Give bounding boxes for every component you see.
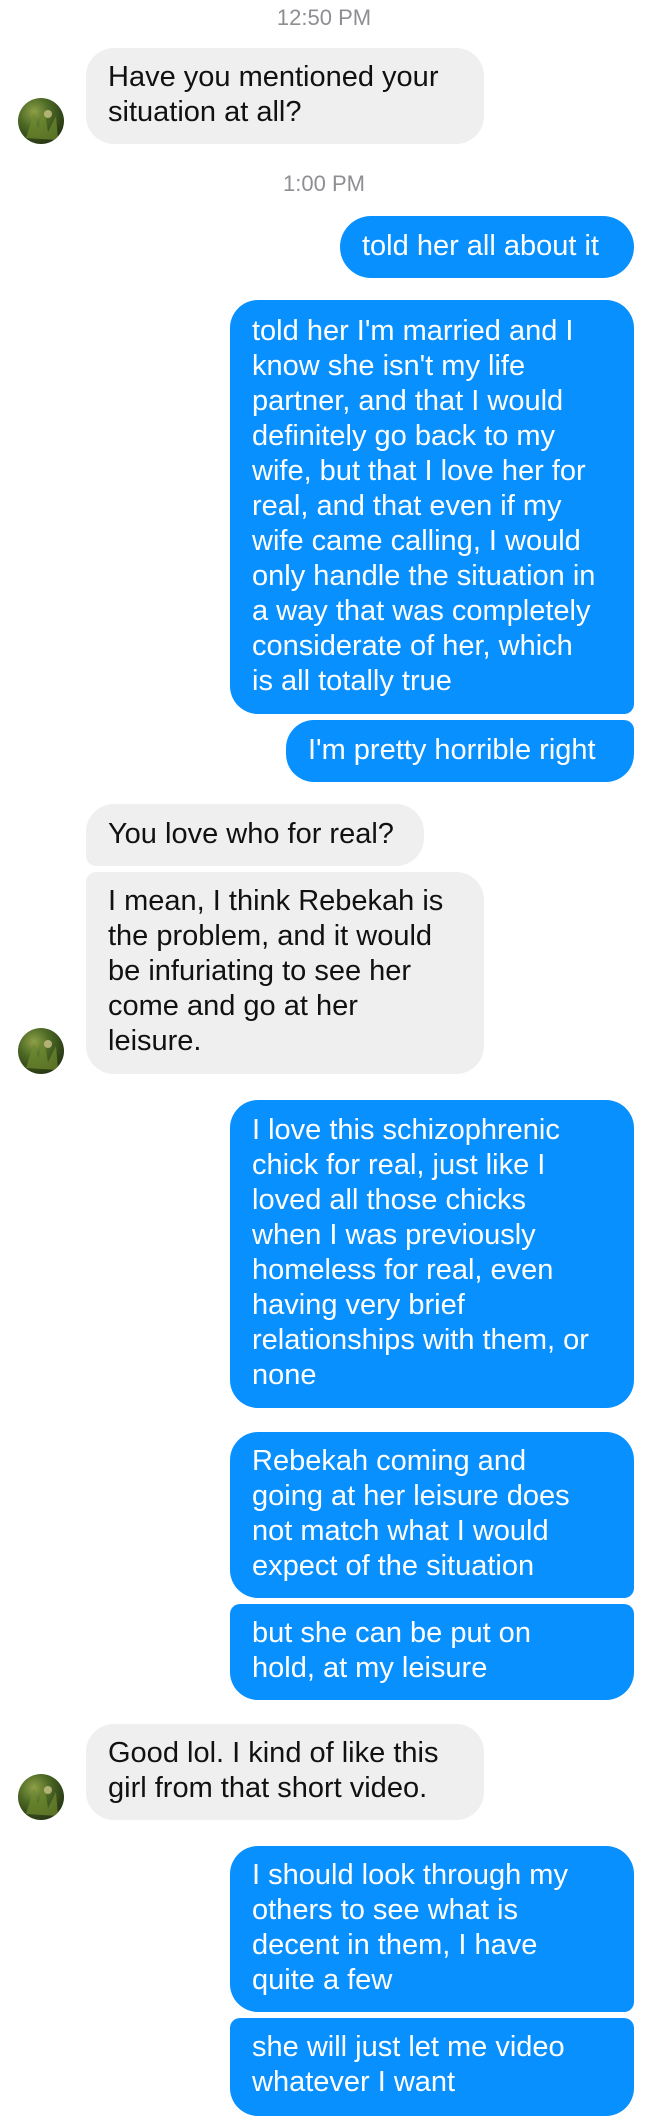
message-line: homeless for real, even (252, 1254, 554, 1286)
avatar-photo-icon (26, 1784, 58, 1816)
message-line: wife, but that I love her for (252, 455, 586, 487)
timestamp: 12:50 PM (276, 5, 372, 30)
message-line: know she isn't my life (252, 350, 526, 382)
avatar-photo-icon (26, 108, 58, 140)
message-line: Have you mentioned your (108, 61, 439, 93)
message-line: wife came calling, I would (252, 525, 581, 557)
outgoing-message[interactable]: told her all about it (340, 216, 634, 278)
message-line: situation at all? (108, 96, 302, 128)
message-line: she will just let me video (252, 2031, 565, 2063)
message-line: not match what I would (252, 1515, 549, 1547)
message-line: none (252, 1359, 317, 1391)
outgoing-message[interactable]: she will just let me video whatever I wa… (230, 2018, 634, 2116)
incoming-message[interactable]: You love who for real? (86, 804, 424, 866)
message-line: is all totally true (252, 665, 452, 697)
message-line: be infuriating to see her (108, 955, 412, 987)
timestamp: 1:00 PM (283, 171, 365, 196)
message-line: definitely go back to my (252, 420, 556, 452)
message-line: chick for real, just like I (252, 1149, 546, 1181)
message-line: a way that was completely (252, 595, 591, 627)
message-line: Good lol. I kind of like this (108, 1737, 439, 1769)
message-line: but she can be put on (252, 1617, 531, 1649)
message-line: decent in them, I have (252, 1929, 538, 1961)
avatar-photo-icon (26, 1038, 58, 1070)
message-line: Rebekah coming and (252, 1445, 527, 1477)
message-line: I love this schizophrenic (252, 1114, 560, 1146)
message-line: girl from that short video. (108, 1772, 428, 1804)
incoming-message[interactable]: Good lol. I kind of like this girl from … (86, 1724, 484, 1820)
message-line: told her all about it (362, 230, 599, 262)
message-line: You love who for real? (108, 818, 394, 850)
message-line: loved all those chicks (252, 1184, 527, 1216)
message-line: leisure. (108, 1025, 202, 1057)
message-line: when I was previously (252, 1219, 536, 1251)
message-line: relationships with them, or (252, 1324, 589, 1356)
message-line: partner, and that I would (252, 385, 564, 417)
message-line: I mean, I think Rebekah is (108, 885, 444, 917)
message-line: the problem, and it would (108, 920, 433, 952)
message-line: others to see what is (252, 1894, 518, 1926)
message-line: told her I'm married and I (252, 315, 574, 347)
message-line: hold, at my leisure (252, 1652, 488, 1684)
message-line: I'm pretty horrible right (308, 734, 596, 766)
outgoing-message[interactable]: but she can be put on hold, at my leisur… (230, 1604, 634, 1700)
avatar[interactable] (18, 1774, 64, 1820)
message-line: only handle the situation in (252, 560, 596, 592)
outgoing-message[interactable]: I'm pretty horrible right (286, 720, 634, 782)
message-line: I should look through my (252, 1859, 568, 1891)
outgoing-message[interactable]: Rebekah coming and going at her leisure … (230, 1432, 634, 1598)
avatar[interactable] (18, 1028, 64, 1074)
message-line: quite a few (252, 1964, 393, 1996)
incoming-message[interactable]: Have you mentioned your situation at all… (86, 48, 484, 144)
message-line: expect of the situation (252, 1550, 535, 1582)
message-line: going at her leisure does (252, 1480, 570, 1512)
outgoing-message[interactable]: told her I'm married and I know she isn'… (230, 300, 634, 714)
message-line: real, and that even if my (252, 490, 562, 522)
message-line: whatever I want (252, 2066, 456, 2098)
message-line: come and go at her (108, 990, 358, 1022)
avatar[interactable] (18, 98, 64, 144)
incoming-message[interactable]: I mean, I think Rebekah is the problem, … (86, 872, 484, 1074)
outgoing-message[interactable]: I should look through my others to see w… (230, 1846, 634, 2012)
outgoing-message[interactable]: I love this schizophrenic chick for real… (230, 1100, 634, 1408)
message-line: considerate of her, which (252, 630, 573, 662)
message-line: having very brief (252, 1289, 465, 1321)
